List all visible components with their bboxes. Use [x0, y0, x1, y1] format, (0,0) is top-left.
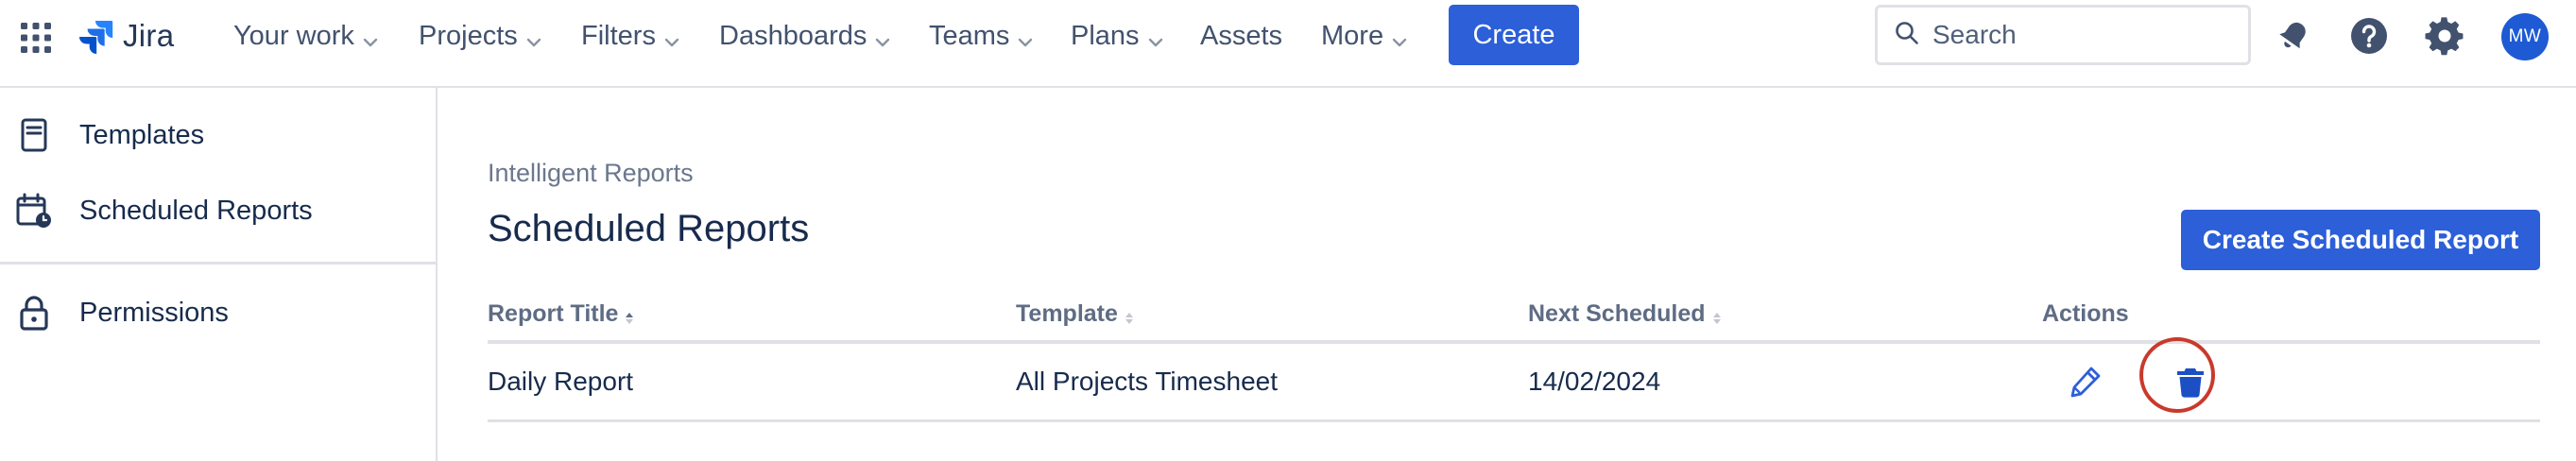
search-box[interactable] — [1875, 5, 2251, 65]
nav-item-label: Projects — [419, 20, 518, 51]
lock-icon — [15, 294, 53, 332]
chevron-down-icon — [525, 27, 542, 47]
app-name: Jira — [123, 18, 175, 53]
column-header-actions: Actions — [2042, 300, 2129, 328]
jira-logo-icon — [79, 21, 113, 54]
nav-more[interactable]: More — [1321, 15, 1408, 57]
nav-assets[interactable]: Assets — [1200, 15, 1282, 57]
sidebar-item-templates[interactable]: Templates — [0, 105, 436, 165]
sidebar-item-scheduled-reports[interactable]: Scheduled Reports — [0, 180, 436, 241]
chevron-down-icon — [1147, 27, 1164, 47]
column-header-label: Template — [1016, 300, 1118, 327]
jira-logo[interactable]: Jira — [77, 15, 174, 57]
top-navigation: Jira Your work Projects Filters Dashboar… — [0, 0, 2576, 88]
table-row: Daily Report All Projects Timesheet 14/0… — [488, 344, 2540, 419]
sort-icon — [1124, 306, 1135, 324]
column-header-label: Report Title — [488, 300, 619, 327]
sidebar-divider — [0, 262, 436, 265]
nav-teams[interactable]: Teams — [929, 15, 1034, 57]
nav-item-label: Filters — [581, 20, 656, 51]
sidebar: Templates Scheduled Reports Permissions — [0, 88, 438, 461]
help-icon[interactable] — [2346, 13, 2392, 59]
table-header: Report Title Template Next Scheduled Act… — [488, 300, 2540, 340]
nav-item-label: Your work — [233, 20, 354, 51]
chevron-down-icon — [1017, 27, 1034, 47]
column-header-next-scheduled[interactable]: Next Scheduled — [1528, 300, 1723, 328]
edit-icon[interactable] — [2061, 357, 2110, 406]
table-row-divider — [488, 419, 2540, 422]
search-icon — [1893, 19, 1921, 52]
notifications-icon[interactable] — [2271, 13, 2316, 59]
breadcrumb[interactable]: Intelligent Reports — [488, 159, 694, 188]
sidebar-item-label: Templates — [79, 119, 205, 150]
nav-item-label: Teams — [929, 20, 1010, 51]
nav-item-label: Assets — [1200, 20, 1283, 51]
nav-filters[interactable]: Filters — [581, 15, 680, 57]
column-header-report-title[interactable]: Report Title — [488, 300, 635, 328]
column-header-label: Next Scheduled — [1528, 300, 1706, 327]
settings-icon[interactable] — [2422, 13, 2467, 59]
create-scheduled-report-button[interactable]: Create Scheduled Report — [2181, 210, 2540, 270]
sort-icon — [1711, 306, 1723, 324]
user-avatar[interactable]: MW — [2501, 13, 2549, 60]
column-header-template[interactable]: Template — [1016, 300, 1135, 328]
column-header-label: Actions — [2042, 300, 2129, 327]
nav-plans[interactable]: Plans — [1071, 15, 1164, 57]
cell-template: All Projects Timesheet — [1016, 367, 1278, 396]
nav-item-label: Plans — [1071, 20, 1140, 51]
search-input[interactable] — [1932, 20, 2235, 50]
sort-ascending-icon — [624, 306, 635, 324]
create-button[interactable]: Create — [1449, 5, 1579, 65]
chevron-down-icon — [362, 27, 379, 47]
nav-your-work[interactable]: Your work — [233, 15, 379, 57]
chevron-down-icon — [874, 27, 891, 47]
delete-highlight-ring — [2139, 337, 2215, 413]
page-title: Scheduled Reports — [488, 208, 810, 249]
chevron-down-icon — [663, 27, 680, 47]
cell-report-title: Daily Report — [488, 367, 634, 396]
sidebar-item-permissions[interactable]: Permissions — [0, 282, 436, 343]
chevron-down-icon — [1391, 27, 1408, 47]
app-switcher-icon[interactable] — [19, 21, 53, 55]
sidebar-item-label: Permissions — [79, 297, 229, 328]
nav-item-label: More — [1321, 20, 1384, 51]
calendar-icon — [15, 192, 53, 230]
nav-projects[interactable]: Projects — [419, 15, 542, 57]
template-icon — [15, 116, 53, 154]
nav-dashboards[interactable]: Dashboards — [719, 15, 891, 57]
cell-next-scheduled: 14/02/2024 — [1528, 367, 1661, 396]
nav-item-label: Dashboards — [719, 20, 867, 51]
sidebar-item-label: Scheduled Reports — [79, 195, 313, 226]
